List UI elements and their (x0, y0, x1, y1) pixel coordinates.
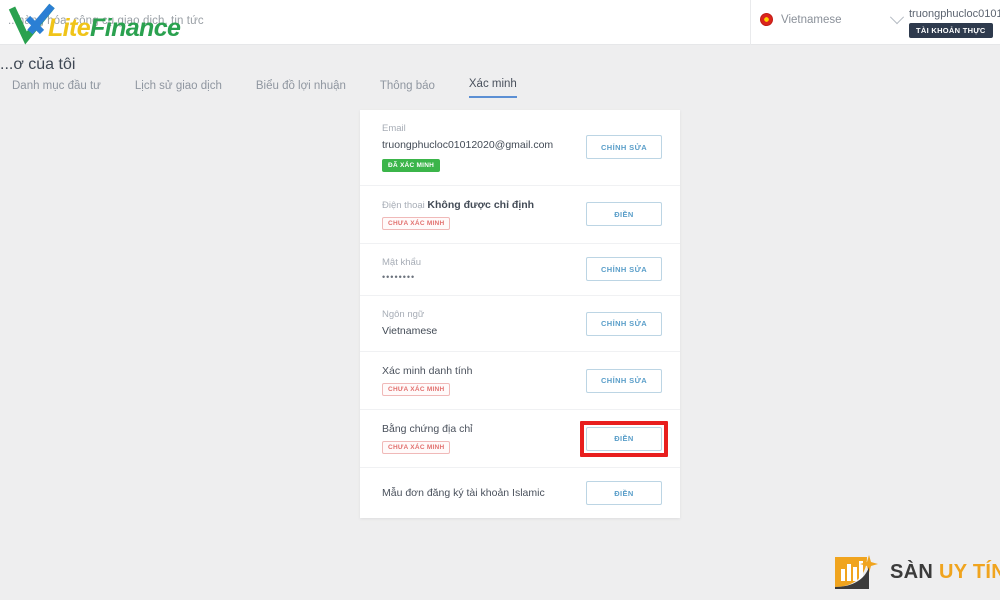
row-email-value: truongphucloc01012020@gmail.com (382, 139, 554, 152)
account-menu[interactable]: truongphucloc010120 TÀI KHOẢN THỰC (909, 8, 1000, 38)
highlight-annotation-box: ĐIỀN (580, 420, 668, 457)
row-phone-label: Điện thoại Không được chỉ định (382, 199, 534, 211)
edit-language-button[interactable]: CHỈNH SỬA (586, 311, 662, 336)
row-password: Mật khẩu •••••••• CHỈNH SỬA (360, 244, 680, 296)
row-language-value: Vietnamese (382, 325, 438, 338)
account-username: truongphucloc010120 (909, 8, 1000, 20)
row-password-action-wrap: CHỈNH SỬA (586, 257, 662, 282)
language-selector[interactable]: Vietnamese (760, 9, 904, 26)
tab-verification[interactable]: Xác minh (468, 78, 517, 98)
row-proof-of-address: Bằng chứng địa chỉ CHƯA XÁC MINH ĐIỀN (360, 410, 680, 469)
row-password-value: •••••••• (382, 271, 416, 282)
row-password-label: Mật khẩu (382, 256, 422, 268)
status-badge-verified: ĐÃ XÁC MINH (382, 158, 441, 172)
tab-notifications[interactable]: Thông báo (380, 80, 435, 98)
tab-portfolio[interactable]: Danh mục đầu tư (12, 80, 101, 98)
verification-card: Email truongphucloc01012020@gmail.com ĐÃ… (360, 110, 680, 519)
vietnam-flag-icon (760, 13, 773, 26)
row-language-action-wrap: CHỈNH SỬA (586, 311, 662, 336)
logo-text-lite: Lite (48, 14, 91, 42)
edit-email-button[interactable]: CHỈNH SỬA (586, 135, 662, 160)
row-language-label: Ngôn ngữ (382, 308, 425, 320)
row-islamic-action-wrap: ĐIỀN (586, 481, 662, 506)
watermark-text-san: SÀN (890, 560, 939, 583)
row-phone-label-text: Điện thoại (382, 199, 425, 211)
row-address-label: Bằng chứng địa chỉ (382, 423, 473, 436)
page-title: ...ơ của tôi (0, 56, 76, 73)
sanuytin-watermark: SÀN UY TÍN (833, 553, 1000, 591)
watermark-text: SÀN UY TÍN (890, 561, 1000, 584)
fill-address-button[interactable]: ĐIỀN (586, 426, 662, 451)
row-phone: Điện thoại Không được chỉ định CHƯA XÁC … (360, 186, 680, 244)
fill-phone-button[interactable]: ĐIỀN (586, 202, 662, 227)
row-identity-verification: Xác minh danh tính CHƯA XÁC MINH CHỈNH S… (360, 352, 680, 411)
status-badge-unverified: CHƯA XÁC MINH (382, 441, 451, 455)
language-label: Vietnamese (781, 13, 842, 26)
chevron-down-icon[interactable] (889, 9, 904, 24)
row-language: Ngôn ngữ Vietnamese CHỈNH SỬA (360, 296, 680, 353)
account-type-badge: TÀI KHOẢN THỰC (909, 23, 993, 38)
row-islamic-account: Mẫu đơn đăng ký tài khoản Islamic ĐIỀN (360, 468, 680, 518)
logo-text-finance: Finance (90, 14, 181, 42)
tab-trade-history[interactable]: Lịch sử giao dịch (135, 80, 222, 98)
row-islamic-label: Mẫu đơn đăng ký tài khoản Islamic (382, 487, 545, 500)
status-badge-unverified: CHƯA XÁC MINH (382, 383, 451, 397)
edit-identity-button[interactable]: CHỈNH SỬA (586, 368, 662, 393)
edit-password-button[interactable]: CHỈNH SỬA (586, 257, 662, 282)
row-identity-action-wrap: CHỈNH SỬA (586, 368, 662, 393)
row-email-action-wrap: CHỈNH SỬA (586, 135, 662, 160)
header-divider (750, 0, 751, 45)
fill-islamic-button[interactable]: ĐIỀN (586, 481, 662, 506)
row-email-label: Email (382, 123, 406, 134)
litefinance-logo: LiteFinance (6, 2, 186, 47)
tab-profit-chart[interactable]: Biểu đồ lợi nhuận (256, 80, 346, 98)
row-email: Email truongphucloc01012020@gmail.com ĐÃ… (360, 110, 680, 186)
row-phone-value: Không được chỉ định (427, 198, 535, 211)
bar-chart-star-icon (833, 553, 881, 591)
app-root: ...hàng hóa, công cụ giao dịch, tin tức … (0, 0, 1000, 600)
row-phone-action-wrap: ĐIỀN (586, 202, 662, 227)
watermark-text-uytin: UY TÍN (938, 560, 1000, 583)
row-identity-label: Xác minh danh tính (382, 365, 473, 378)
page-tabs: Danh mục đầu tư Lịch sử giao dịch Biểu đ… (12, 78, 517, 98)
status-badge-unverified: CHƯA XÁC MINH (382, 216, 451, 230)
logo-wordmark: LiteFinance (48, 14, 181, 43)
